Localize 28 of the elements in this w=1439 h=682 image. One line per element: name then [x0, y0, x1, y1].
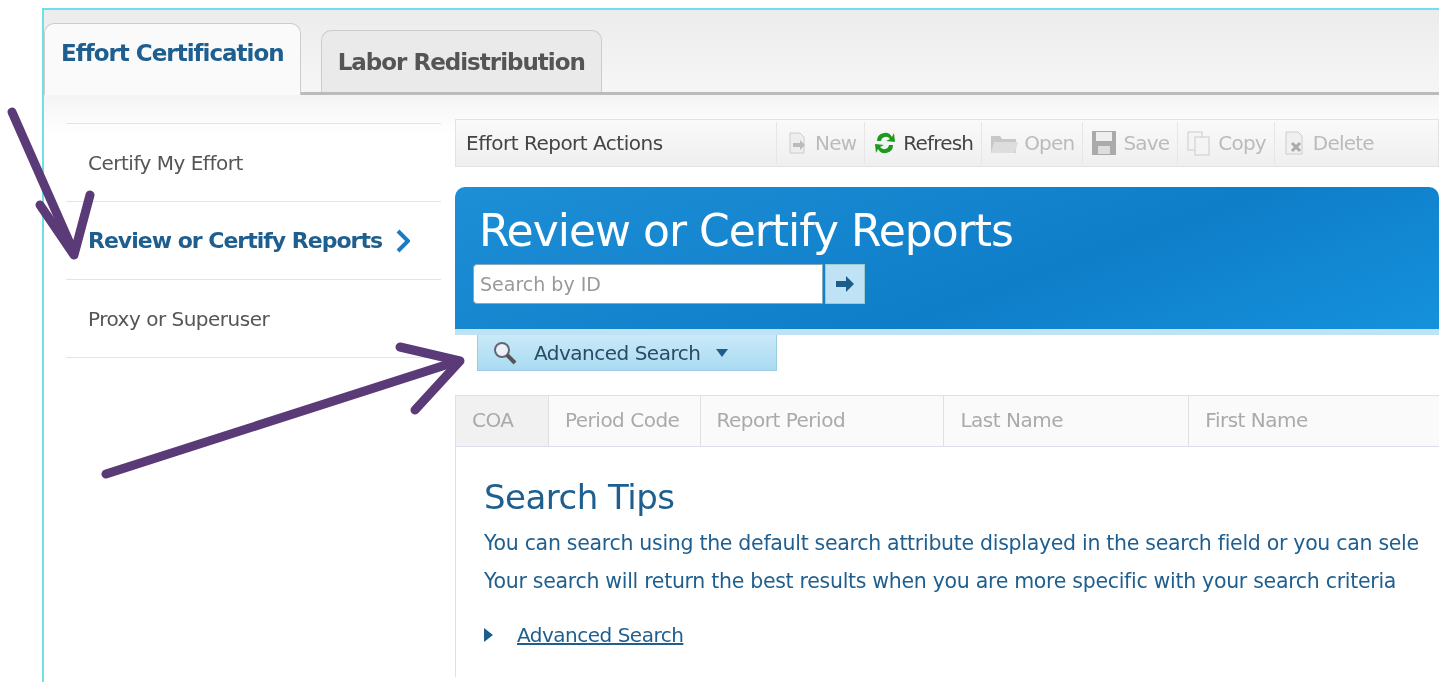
toolbar-title: Effort Report Actions	[465, 131, 664, 155]
advanced-search-toggle[interactable]: Advanced Search	[477, 335, 777, 371]
caret-icon	[716, 348, 729, 357]
sidebar-item[interactable]: Review or Certify Reports	[66, 202, 441, 280]
tab[interactable]: Labor Redistribution	[320, 30, 602, 92]
search-field[interactable]: Search by ID	[473, 264, 823, 304]
toolbar-button[interactable]: Refresh	[864, 122, 982, 164]
search-icon	[492, 339, 518, 366]
tip-text: Your search will return the best results when you are more specific with your search criteria	[484, 568, 1398, 595]
tab[interactable]: Effort Certification	[44, 23, 301, 95]
chevron-icon	[396, 228, 410, 253]
column-header[interactable]: Report Period	[699, 396, 944, 446]
copy-icon	[1186, 130, 1213, 156]
expand-triangle-icon	[484, 628, 493, 642]
arrow-right-icon	[835, 275, 855, 293]
search-tips-title: Search Tips	[484, 477, 676, 517]
column-header[interactable]: First Name	[1188, 396, 1439, 446]
column-header[interactable]: Period Code	[547, 396, 700, 446]
refresh-icon	[873, 130, 898, 156]
tip-text: You can search using the default search attribute displayed in the search field or you can sele	[484, 530, 1420, 557]
sidebar-item[interactable]: Proxy or Superuser	[66, 280, 441, 358]
column-header[interactable]: Last Name	[943, 396, 1189, 446]
column-header[interactable]: COA	[455, 396, 548, 446]
save-icon	[1091, 130, 1118, 156]
sidebar-item[interactable]: Certify My Effort	[66, 124, 441, 202]
search-go-button[interactable]	[825, 264, 865, 304]
advanced-search-link[interactable]: Advanced Search	[517, 623, 684, 647]
page-title: Review or Certify Reports	[479, 204, 1014, 256]
